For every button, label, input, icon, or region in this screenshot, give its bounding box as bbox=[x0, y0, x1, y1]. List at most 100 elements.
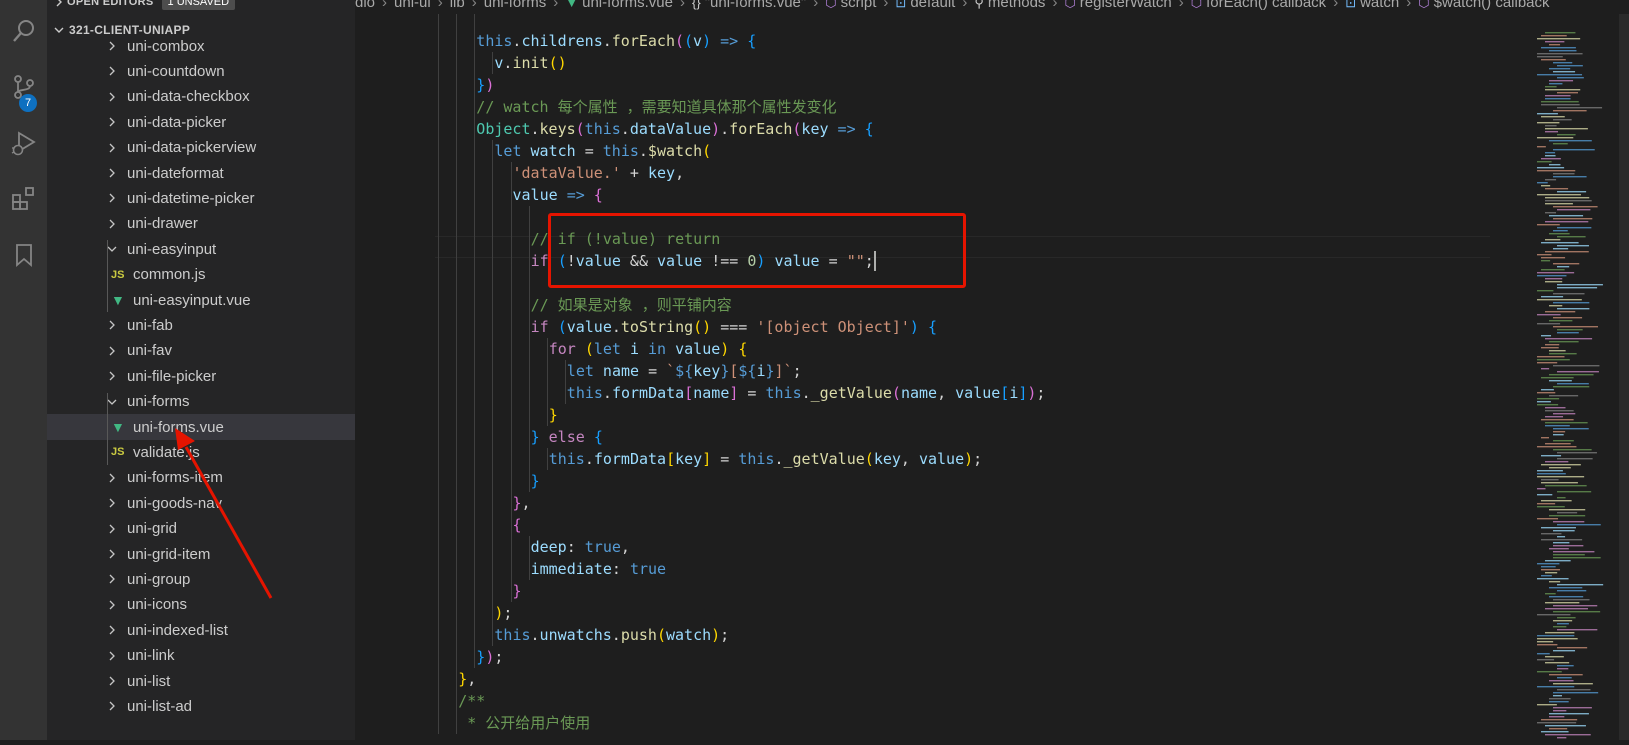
tree-folder[interactable]: uni-data-checkbox bbox=[47, 84, 355, 110]
code-token: . bbox=[720, 120, 730, 138]
code-line[interactable]: let name = `${key}[${i}]`; bbox=[567, 360, 802, 382]
code-line[interactable]: { bbox=[513, 514, 522, 536]
tree-folder[interactable]: uni-group bbox=[47, 566, 355, 592]
breadcrumb-item[interactable]: lib bbox=[450, 0, 465, 11]
code-token: value bbox=[918, 450, 965, 468]
bookmark-icon[interactable] bbox=[0, 232, 47, 278]
code-line[interactable]: }, bbox=[513, 492, 531, 514]
search-icon[interactable] bbox=[0, 8, 47, 54]
tree-item-label: uni-list-ad bbox=[127, 697, 193, 715]
indent-guide bbox=[528, 382, 530, 404]
code-editor[interactable]: this.childrens.forEach((v) => {v.init()}… bbox=[435, 14, 1490, 740]
code-token: forEach bbox=[611, 32, 675, 50]
source-control-badge: 7 bbox=[19, 94, 37, 112]
line-number bbox=[355, 448, 415, 470]
code-line[interactable]: this.formData[key] = this._getValue(key,… bbox=[549, 448, 983, 470]
tree-folder[interactable]: uni-fav bbox=[47, 338, 355, 364]
code-line[interactable]: ); bbox=[494, 602, 512, 624]
tree-item-label: common.js bbox=[133, 266, 206, 284]
indent-guide bbox=[438, 514, 440, 536]
code-line[interactable]: } bbox=[531, 470, 540, 492]
code-line[interactable]: }) bbox=[476, 74, 494, 96]
minimap-line bbox=[1541, 377, 1574, 379]
code-line[interactable]: this.childrens.forEach((v) => { bbox=[476, 30, 756, 52]
indent-guide bbox=[456, 712, 458, 734]
tree-folder[interactable]: uni-list bbox=[47, 668, 355, 694]
breadcrumb-item[interactable]: "uni-forms.vue" bbox=[705, 0, 807, 11]
tree-file[interactable]: ▼ uni-easyinput.vue bbox=[47, 287, 355, 313]
code-line[interactable]: // watch 每个属性 ，需要知道具体那个属性发变化 bbox=[476, 96, 836, 118]
tree-item-label: uni-grid-item bbox=[127, 545, 211, 563]
code-line[interactable]: if (value.toString() === '[object Object… bbox=[531, 316, 937, 338]
tree-folder[interactable]: uni-grid-item bbox=[47, 541, 355, 567]
tree-folder[interactable]: uni-grid bbox=[47, 516, 355, 542]
breadcrumb-item[interactable]: watch bbox=[1360, 0, 1399, 11]
code-line[interactable]: } bbox=[513, 580, 522, 602]
tree-folder[interactable]: uni-indexed-list bbox=[47, 617, 355, 643]
editor-scrollbar[interactable] bbox=[1619, 14, 1629, 740]
tree-folder[interactable]: uni-data-picker bbox=[47, 109, 355, 135]
tree-file[interactable]: JS validate.js bbox=[47, 439, 355, 465]
minimap[interactable] bbox=[1535, 14, 1629, 740]
code-line[interactable] bbox=[476, 14, 512, 30]
breadcrumb-item[interactable]: uni-forms bbox=[484, 0, 547, 11]
breadcrumb-item[interactable]: methods bbox=[988, 0, 1046, 11]
tree-folder[interactable]: uni-list-ad bbox=[47, 693, 355, 719]
minimap-line bbox=[1537, 392, 1556, 394]
tree-folder[interactable]: uni-easyinput bbox=[47, 236, 355, 262]
minimap-line bbox=[1541, 539, 1583, 541]
code-line[interactable]: this.formData[name] = this._getValue(nam… bbox=[567, 382, 1046, 404]
code-line[interactable]: immediate: true bbox=[531, 558, 666, 580]
code-line[interactable]: } else { bbox=[531, 426, 603, 448]
code-line[interactable]: * 公开给用户使用 bbox=[458, 712, 590, 734]
code-line[interactable]: } bbox=[549, 404, 558, 426]
breadcrumb-item[interactable]: forEach() callback bbox=[1206, 0, 1326, 11]
code-line[interactable]: }, bbox=[458, 668, 476, 690]
tree-folder[interactable]: uni-drawer bbox=[47, 211, 355, 237]
open-editors-header[interactable]: OPEN EDITORS 1 UNSAVED bbox=[47, 0, 355, 11]
minimap-line bbox=[1549, 395, 1579, 397]
code-token: { bbox=[927, 318, 937, 336]
tree-folder[interactable]: uni-datetime-picker bbox=[47, 185, 355, 211]
code-token: ( bbox=[891, 384, 901, 402]
code-line[interactable]: this.unwatchs.push(watch); bbox=[494, 624, 729, 646]
tree-folder[interactable]: uni-forms-item bbox=[47, 465, 355, 491]
tree-file[interactable]: ▼ uni-forms.vue bbox=[47, 414, 355, 440]
code-line[interactable]: v.init() bbox=[494, 52, 566, 74]
breadcrumb-item[interactable]: uni-forms.vue bbox=[582, 0, 673, 11]
tree-folder[interactable]: uni-combox bbox=[47, 33, 355, 59]
run-debug-icon[interactable] bbox=[0, 120, 47, 166]
tree-item-label: uni-countdown bbox=[127, 62, 225, 80]
code-line[interactable]: for (let i in value) { bbox=[549, 338, 748, 360]
code-line[interactable]: value => { bbox=[513, 184, 603, 206]
tree-folder[interactable]: uni-file-picker bbox=[47, 363, 355, 389]
tree-folder[interactable]: uni-countdown bbox=[47, 58, 355, 84]
breadcrumb-item[interactable]: default bbox=[910, 0, 955, 11]
breadcrumb-item[interactable]: $watch() callback bbox=[1434, 0, 1550, 11]
code-line[interactable]: 'dataValue.' + key, bbox=[513, 162, 685, 184]
tree-folder[interactable]: uni-link bbox=[47, 643, 355, 669]
tree-folder[interactable]: uni-data-pickerview bbox=[47, 135, 355, 161]
code-line[interactable]: }); bbox=[476, 646, 503, 668]
code-line[interactable]: /** bbox=[458, 690, 485, 712]
code-line[interactable]: // 如果是对象 ，则平铺内容 bbox=[531, 294, 732, 316]
extensions-icon[interactable] bbox=[0, 176, 47, 222]
tree-folder[interactable]: uni-icons bbox=[47, 592, 355, 618]
code-token: => bbox=[566, 186, 585, 204]
tree-folder[interactable]: uni-fab bbox=[47, 312, 355, 338]
minimap-line bbox=[1541, 575, 1552, 577]
method-icon: ⬡ bbox=[1064, 0, 1076, 10]
code-line[interactable]: let watch = this.$watch( bbox=[494, 140, 711, 162]
tree-file[interactable]: JS common.js bbox=[47, 262, 355, 288]
tree-folder[interactable]: uni-goods-nav bbox=[47, 490, 355, 516]
code-line[interactable]: Object.keys(this.dataValue).forEach(key … bbox=[476, 118, 873, 140]
breadcrumb-item[interactable]: registerWatch bbox=[1080, 0, 1172, 11]
minimap-line bbox=[1537, 503, 1556, 505]
breadcrumb-item[interactable]: script bbox=[841, 0, 877, 11]
minimap-line bbox=[1553, 449, 1592, 451]
indent-guide bbox=[438, 580, 440, 602]
tree-folder[interactable]: uni-forms bbox=[47, 389, 355, 415]
code-line[interactable]: deep: true, bbox=[531, 536, 630, 558]
tree-folder[interactable]: uni-dateformat bbox=[47, 160, 355, 186]
